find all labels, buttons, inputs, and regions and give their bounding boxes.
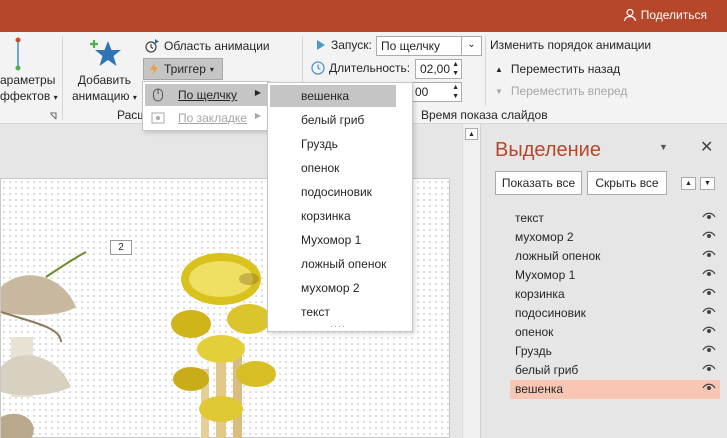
scroll-up-icon[interactable]: ▲ [465,128,478,140]
eye-icon[interactable] [702,306,716,316]
trigger-button[interactable]: Триггер ▾ [143,58,223,80]
move-up-icon[interactable]: ▲ [681,177,696,190]
arrow-down-icon: ▼ [495,86,503,96]
animation-pane-button[interactable]: Область анимации [144,38,270,54]
resize-grip-icon[interactable]: ···· [330,321,346,331]
selection-item[interactable]: подосиновик [510,304,720,323]
reorder-title: Изменить порядок анимации [490,38,652,52]
chevron-down-icon: ⌄ [461,37,481,55]
eye-icon[interactable] [702,325,716,335]
selection-item[interactable]: опенок [510,323,720,342]
selection-item[interactable]: корзинка [510,285,720,304]
selection-item[interactable]: мухомор 2 [510,228,720,247]
chevron-right-icon: ▶ [254,88,261,97]
close-icon[interactable]: ✕ [700,137,713,157]
stepper-arrows-icon[interactable]: ▲ ▼ [452,83,459,101]
duration-input[interactable]: 02,00 ▲ ▼ [415,59,462,79]
delay-input[interactable]: 00 ▲ ▼ [410,82,462,102]
shape-option[interactable]: ложный опенок [270,253,396,275]
menu-item-on-click[interactable]: По щелчку ▶ [145,84,269,106]
stepper-arrows-icon[interactable]: ▲ ▼ [452,60,459,78]
bookmark-icon [151,112,165,124]
shape-option[interactable]: текст [270,301,396,323]
shape-option[interactable]: Мухомор 1 [270,229,396,251]
mushroom-group-left-image[interactable] [1,247,91,438]
clock-icon [311,61,325,75]
start-select[interactable]: По щелчку ⌄ [376,36,482,56]
eye-icon[interactable] [702,230,716,240]
trigger-menu: По щелчку ▶ По закладке ▶ [142,81,270,131]
mouse-icon [153,88,163,102]
selection-item[interactable]: текст [510,209,720,228]
shape-option[interactable]: опенок [270,157,396,179]
selection-item-selected[interactable]: вешенка [510,380,720,399]
add-animation-button[interactable]: Добавить анимацию ▾ [72,72,137,106]
eye-icon[interactable] [702,287,716,297]
selection-item[interactable]: белый гриб [510,361,720,380]
eye-icon[interactable] [702,344,716,354]
animation-pane-icon [145,39,159,53]
eye-icon[interactable] [702,382,716,392]
effect-params-icon [15,37,21,71]
vertical-scrollbar[interactable]: ▲ [462,124,480,438]
selection-item[interactable]: Мухомор 1 [510,266,720,285]
hide-all-button[interactable]: Скрыть все [587,171,667,195]
menu-item-on-bookmark[interactable]: По закладке ▶ [145,107,269,129]
dialog-launcher-icon[interactable] [49,112,57,120]
dropdown-arrow-icon: ▾ [209,64,214,74]
ribbon-separator [62,36,63,120]
eye-icon[interactable] [702,268,716,278]
shape-option[interactable]: вешенка [270,85,396,107]
pane-menu-chevron-icon[interactable]: ▼ [659,142,668,152]
share-label: Поделиться [640,8,707,22]
slide-number-tag: 2 [110,240,132,255]
shape-option[interactable]: подосиновик [270,181,396,203]
effect-params-button[interactable]: араметры ффектов ▾ [0,72,58,106]
move-back-button[interactable]: ▲ Переместить назад [495,62,620,76]
selection-item[interactable]: ложный опенок [510,247,720,266]
title-bar: Поделиться [0,0,727,32]
duration-label: Длительность: [311,61,410,75]
shape-option[interactable]: Груздь [270,133,396,155]
start-label: Запуск: [316,38,372,52]
ribbon-separator [485,36,486,106]
mushroom-cluster-image[interactable] [171,249,281,438]
move-forward-button[interactable]: ▼ Переместить вперед [495,84,627,98]
lightning-icon [150,62,158,76]
dropdown-arrow-icon: ▾ [53,93,58,102]
trigger-shape-menu: вешенка белый гриб Груздь опенок подосин… [267,82,413,332]
eye-icon[interactable] [702,249,716,259]
chevron-right-icon: ▶ [254,111,261,120]
group-label-timing: Время показа слайдов [421,108,548,122]
shape-option[interactable]: белый гриб [270,109,396,131]
share-button[interactable]: Поделиться [623,8,707,22]
eye-icon[interactable] [702,363,716,373]
selection-pane: Выделение ▼ ✕ Показать все Скрыть все ▲ … [480,124,727,438]
star-add-icon [90,40,121,66]
dropdown-arrow-icon: ▾ [132,93,137,102]
selection-item[interactable]: Груздь [510,342,720,361]
shape-option[interactable]: мухомор 2 [270,277,396,299]
eye-icon[interactable] [702,211,716,221]
person-icon [623,8,636,22]
arrow-up-icon: ▲ [495,64,503,74]
play-icon [317,40,325,50]
shape-option[interactable]: корзинка [270,205,396,227]
pane-title: Выделение [495,139,601,161]
show-all-button[interactable]: Показать все [495,171,582,195]
move-down-icon[interactable]: ▼ [700,177,715,190]
